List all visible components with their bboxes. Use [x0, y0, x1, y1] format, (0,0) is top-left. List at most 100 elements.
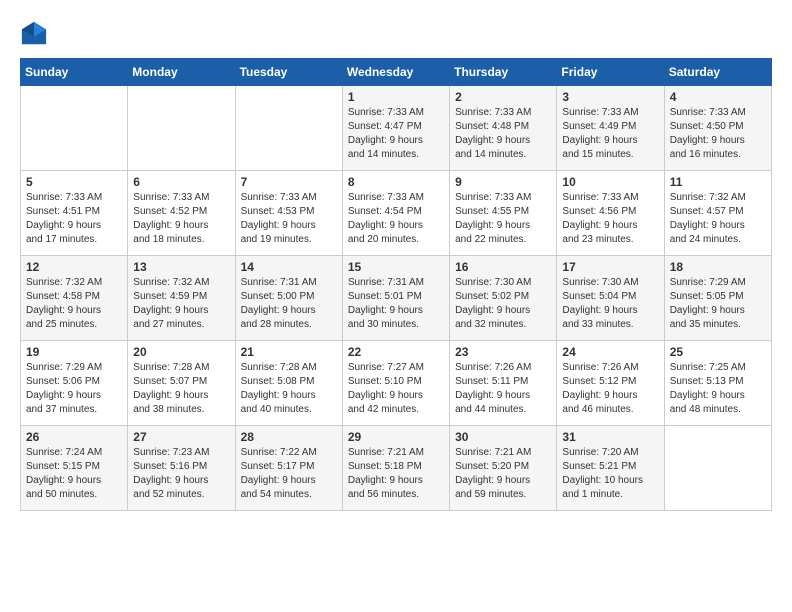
logo-icon	[20, 20, 48, 48]
weekday-header-wednesday: Wednesday	[342, 59, 449, 86]
calendar-cell: 11 Sunrise: 7:32 AM Sunset: 4:57 PM Dayli…	[664, 171, 771, 256]
calendar-cell: 30Sunrise: 7:21 AM Sunset: 5:20 PM Dayli…	[450, 426, 557, 511]
calendar-cell: 31 Sunrise: 7:20 AM Sunset: 5:21 PM Dayli…	[557, 426, 664, 511]
logo	[20, 20, 52, 48]
day-number: 10	[562, 175, 658, 189]
day-number: 25	[670, 345, 766, 359]
calendar-cell	[128, 86, 235, 171]
calendar-cell: 16 Sunrise: 7:30 AM Sunset: 5:02 PM Dayli…	[450, 256, 557, 341]
calendar-cell: 14 Sunrise: 7:31 AM Sunset: 5:00 PM Dayli…	[235, 256, 342, 341]
day-number: 6	[133, 175, 229, 189]
day-info: Sunrise: 7:24 AM Sunset: 5:15 PM Dayligh…	[26, 446, 122, 502]
day-info: Sunrise: 7:33 AM Sunset: 4:54 PM Dayligh…	[348, 191, 444, 247]
day-info: Sunrise: 7:31 AM Sunset: 5:00 PM Dayligh…	[241, 276, 337, 332]
calendar-cell: 23 Sunrise: 7:26 AM Sunset: 5:11 PM Dayli…	[450, 341, 557, 426]
day-number: 2	[455, 90, 551, 104]
day-info: Sunrise: 7:26 AM Sunset: 5:11 PM Dayligh…	[455, 361, 551, 417]
day-number: 11	[670, 175, 766, 189]
calendar-week-row: 26 Sunrise: 7:24 AM Sunset: 5:15 PM Dayli…	[21, 426, 772, 511]
day-info: Sunrise: 7:30 AM Sunset: 5:02 PM Dayligh…	[455, 276, 551, 332]
calendar-cell	[664, 426, 771, 511]
day-info: Sunrise: 7:32 AM Sunset: 4:58 PM Dayligh…	[26, 276, 122, 332]
calendar-header: SundayMondayTuesdayWednesdayThursdayFrid…	[21, 59, 772, 86]
page-header	[20, 20, 772, 48]
day-info: Sunrise: 7:30 AM Sunset: 5:04 PM Dayligh…	[562, 276, 658, 332]
calendar-cell: 1 Sunrise: 7:33 AM Sunset: 4:47 PM Daylig…	[342, 86, 449, 171]
calendar-cell: 7Sunrise: 7:33 AM Sunset: 4:53 PM Daylig…	[235, 171, 342, 256]
day-number: 16	[455, 260, 551, 274]
day-number: 24	[562, 345, 658, 359]
calendar-body: 1 Sunrise: 7:33 AM Sunset: 4:47 PM Daylig…	[21, 86, 772, 511]
day-info: Sunrise: 7:27 AM Sunset: 5:10 PM Dayligh…	[348, 361, 444, 417]
day-number: 13	[133, 260, 229, 274]
day-number: 29	[348, 430, 444, 444]
calendar-cell: 28Sunrise: 7:22 AM Sunset: 5:17 PM Dayli…	[235, 426, 342, 511]
day-number: 18	[670, 260, 766, 274]
calendar-cell: 3 Sunrise: 7:33 AM Sunset: 4:49 PM Daylig…	[557, 86, 664, 171]
calendar-cell: 13 Sunrise: 7:32 AM Sunset: 4:59 PM Dayli…	[128, 256, 235, 341]
day-number: 9	[455, 175, 551, 189]
calendar-cell: 27Sunrise: 7:23 AM Sunset: 5:16 PM Dayli…	[128, 426, 235, 511]
calendar-week-row: 1 Sunrise: 7:33 AM Sunset: 4:47 PM Daylig…	[21, 86, 772, 171]
day-info: Sunrise: 7:33 AM Sunset: 4:51 PM Dayligh…	[26, 191, 122, 247]
day-number: 1	[348, 90, 444, 104]
calendar-cell: 15 Sunrise: 7:31 AM Sunset: 5:01 PM Dayli…	[342, 256, 449, 341]
weekday-header-saturday: Saturday	[664, 59, 771, 86]
calendar-cell: 8 Sunrise: 7:33 AM Sunset: 4:54 PM Daylig…	[342, 171, 449, 256]
calendar-cell: 21 Sunrise: 7:28 AM Sunset: 5:08 PM Dayli…	[235, 341, 342, 426]
day-info: Sunrise: 7:33 AM Sunset: 4:52 PM Dayligh…	[133, 191, 229, 247]
day-info: Sunrise: 7:20 AM Sunset: 5:21 PM Dayligh…	[562, 446, 658, 502]
day-info: Sunrise: 7:33 AM Sunset: 4:47 PM Dayligh…	[348, 106, 444, 162]
day-info: Sunrise: 7:23 AM Sunset: 5:16 PM Dayligh…	[133, 446, 229, 502]
day-number: 28	[241, 430, 337, 444]
calendar-week-row: 19 Sunrise: 7:29 AM Sunset: 5:06 PM Dayli…	[21, 341, 772, 426]
calendar-cell: 12Sunrise: 7:32 AM Sunset: 4:58 PM Dayli…	[21, 256, 128, 341]
day-info: Sunrise: 7:21 AM Sunset: 5:18 PM Dayligh…	[348, 446, 444, 502]
day-number: 3	[562, 90, 658, 104]
day-info: Sunrise: 7:33 AM Sunset: 4:55 PM Dayligh…	[455, 191, 551, 247]
day-info: Sunrise: 7:29 AM Sunset: 5:06 PM Dayligh…	[26, 361, 122, 417]
calendar-cell: 18Sunrise: 7:29 AM Sunset: 5:05 PM Dayli…	[664, 256, 771, 341]
day-number: 21	[241, 345, 337, 359]
calendar-cell: 26 Sunrise: 7:24 AM Sunset: 5:15 PM Dayli…	[21, 426, 128, 511]
calendar-cell: 22Sunrise: 7:27 AM Sunset: 5:10 PM Dayli…	[342, 341, 449, 426]
calendar-week-row: 12Sunrise: 7:32 AM Sunset: 4:58 PM Dayli…	[21, 256, 772, 341]
day-number: 4	[670, 90, 766, 104]
calendar-cell: 24 Sunrise: 7:26 AM Sunset: 5:12 PM Dayli…	[557, 341, 664, 426]
weekday-header-friday: Friday	[557, 59, 664, 86]
calendar-cell: 9 Sunrise: 7:33 AM Sunset: 4:55 PM Daylig…	[450, 171, 557, 256]
weekday-header-tuesday: Tuesday	[235, 59, 342, 86]
day-info: Sunrise: 7:33 AM Sunset: 4:53 PM Dayligh…	[241, 191, 337, 247]
weekday-header-sunday: Sunday	[21, 59, 128, 86]
calendar-cell	[21, 86, 128, 171]
day-info: Sunrise: 7:33 AM Sunset: 4:49 PM Dayligh…	[562, 106, 658, 162]
day-info: Sunrise: 7:26 AM Sunset: 5:12 PM Dayligh…	[562, 361, 658, 417]
weekday-header-monday: Monday	[128, 59, 235, 86]
day-info: Sunrise: 7:28 AM Sunset: 5:08 PM Dayligh…	[241, 361, 337, 417]
day-number: 5	[26, 175, 122, 189]
day-number: 23	[455, 345, 551, 359]
day-info: Sunrise: 7:33 AM Sunset: 4:56 PM Dayligh…	[562, 191, 658, 247]
day-number: 19	[26, 345, 122, 359]
calendar-table: SundayMondayTuesdayWednesdayThursdayFrid…	[20, 58, 772, 511]
calendar-cell: 20Sunrise: 7:28 AM Sunset: 5:07 PM Dayli…	[128, 341, 235, 426]
day-info: Sunrise: 7:32 AM Sunset: 4:57 PM Dayligh…	[670, 191, 766, 247]
calendar-week-row: 5 Sunrise: 7:33 AM Sunset: 4:51 PM Daylig…	[21, 171, 772, 256]
day-number: 31	[562, 430, 658, 444]
calendar-cell: 25Sunrise: 7:25 AM Sunset: 5:13 PM Dayli…	[664, 341, 771, 426]
day-number: 26	[26, 430, 122, 444]
day-info: Sunrise: 7:33 AM Sunset: 4:48 PM Dayligh…	[455, 106, 551, 162]
calendar-cell: 17Sunrise: 7:30 AM Sunset: 5:04 PM Dayli…	[557, 256, 664, 341]
day-info: Sunrise: 7:32 AM Sunset: 4:59 PM Dayligh…	[133, 276, 229, 332]
day-number: 14	[241, 260, 337, 274]
calendar-cell: 19 Sunrise: 7:29 AM Sunset: 5:06 PM Dayli…	[21, 341, 128, 426]
day-number: 8	[348, 175, 444, 189]
weekday-header-thursday: Thursday	[450, 59, 557, 86]
weekday-header-row: SundayMondayTuesdayWednesdayThursdayFrid…	[21, 59, 772, 86]
day-number: 15	[348, 260, 444, 274]
day-info: Sunrise: 7:33 AM Sunset: 4:50 PM Dayligh…	[670, 106, 766, 162]
calendar-cell: 2 Sunrise: 7:33 AM Sunset: 4:48 PM Daylig…	[450, 86, 557, 171]
day-number: 20	[133, 345, 229, 359]
day-info: Sunrise: 7:31 AM Sunset: 5:01 PM Dayligh…	[348, 276, 444, 332]
day-number: 30	[455, 430, 551, 444]
